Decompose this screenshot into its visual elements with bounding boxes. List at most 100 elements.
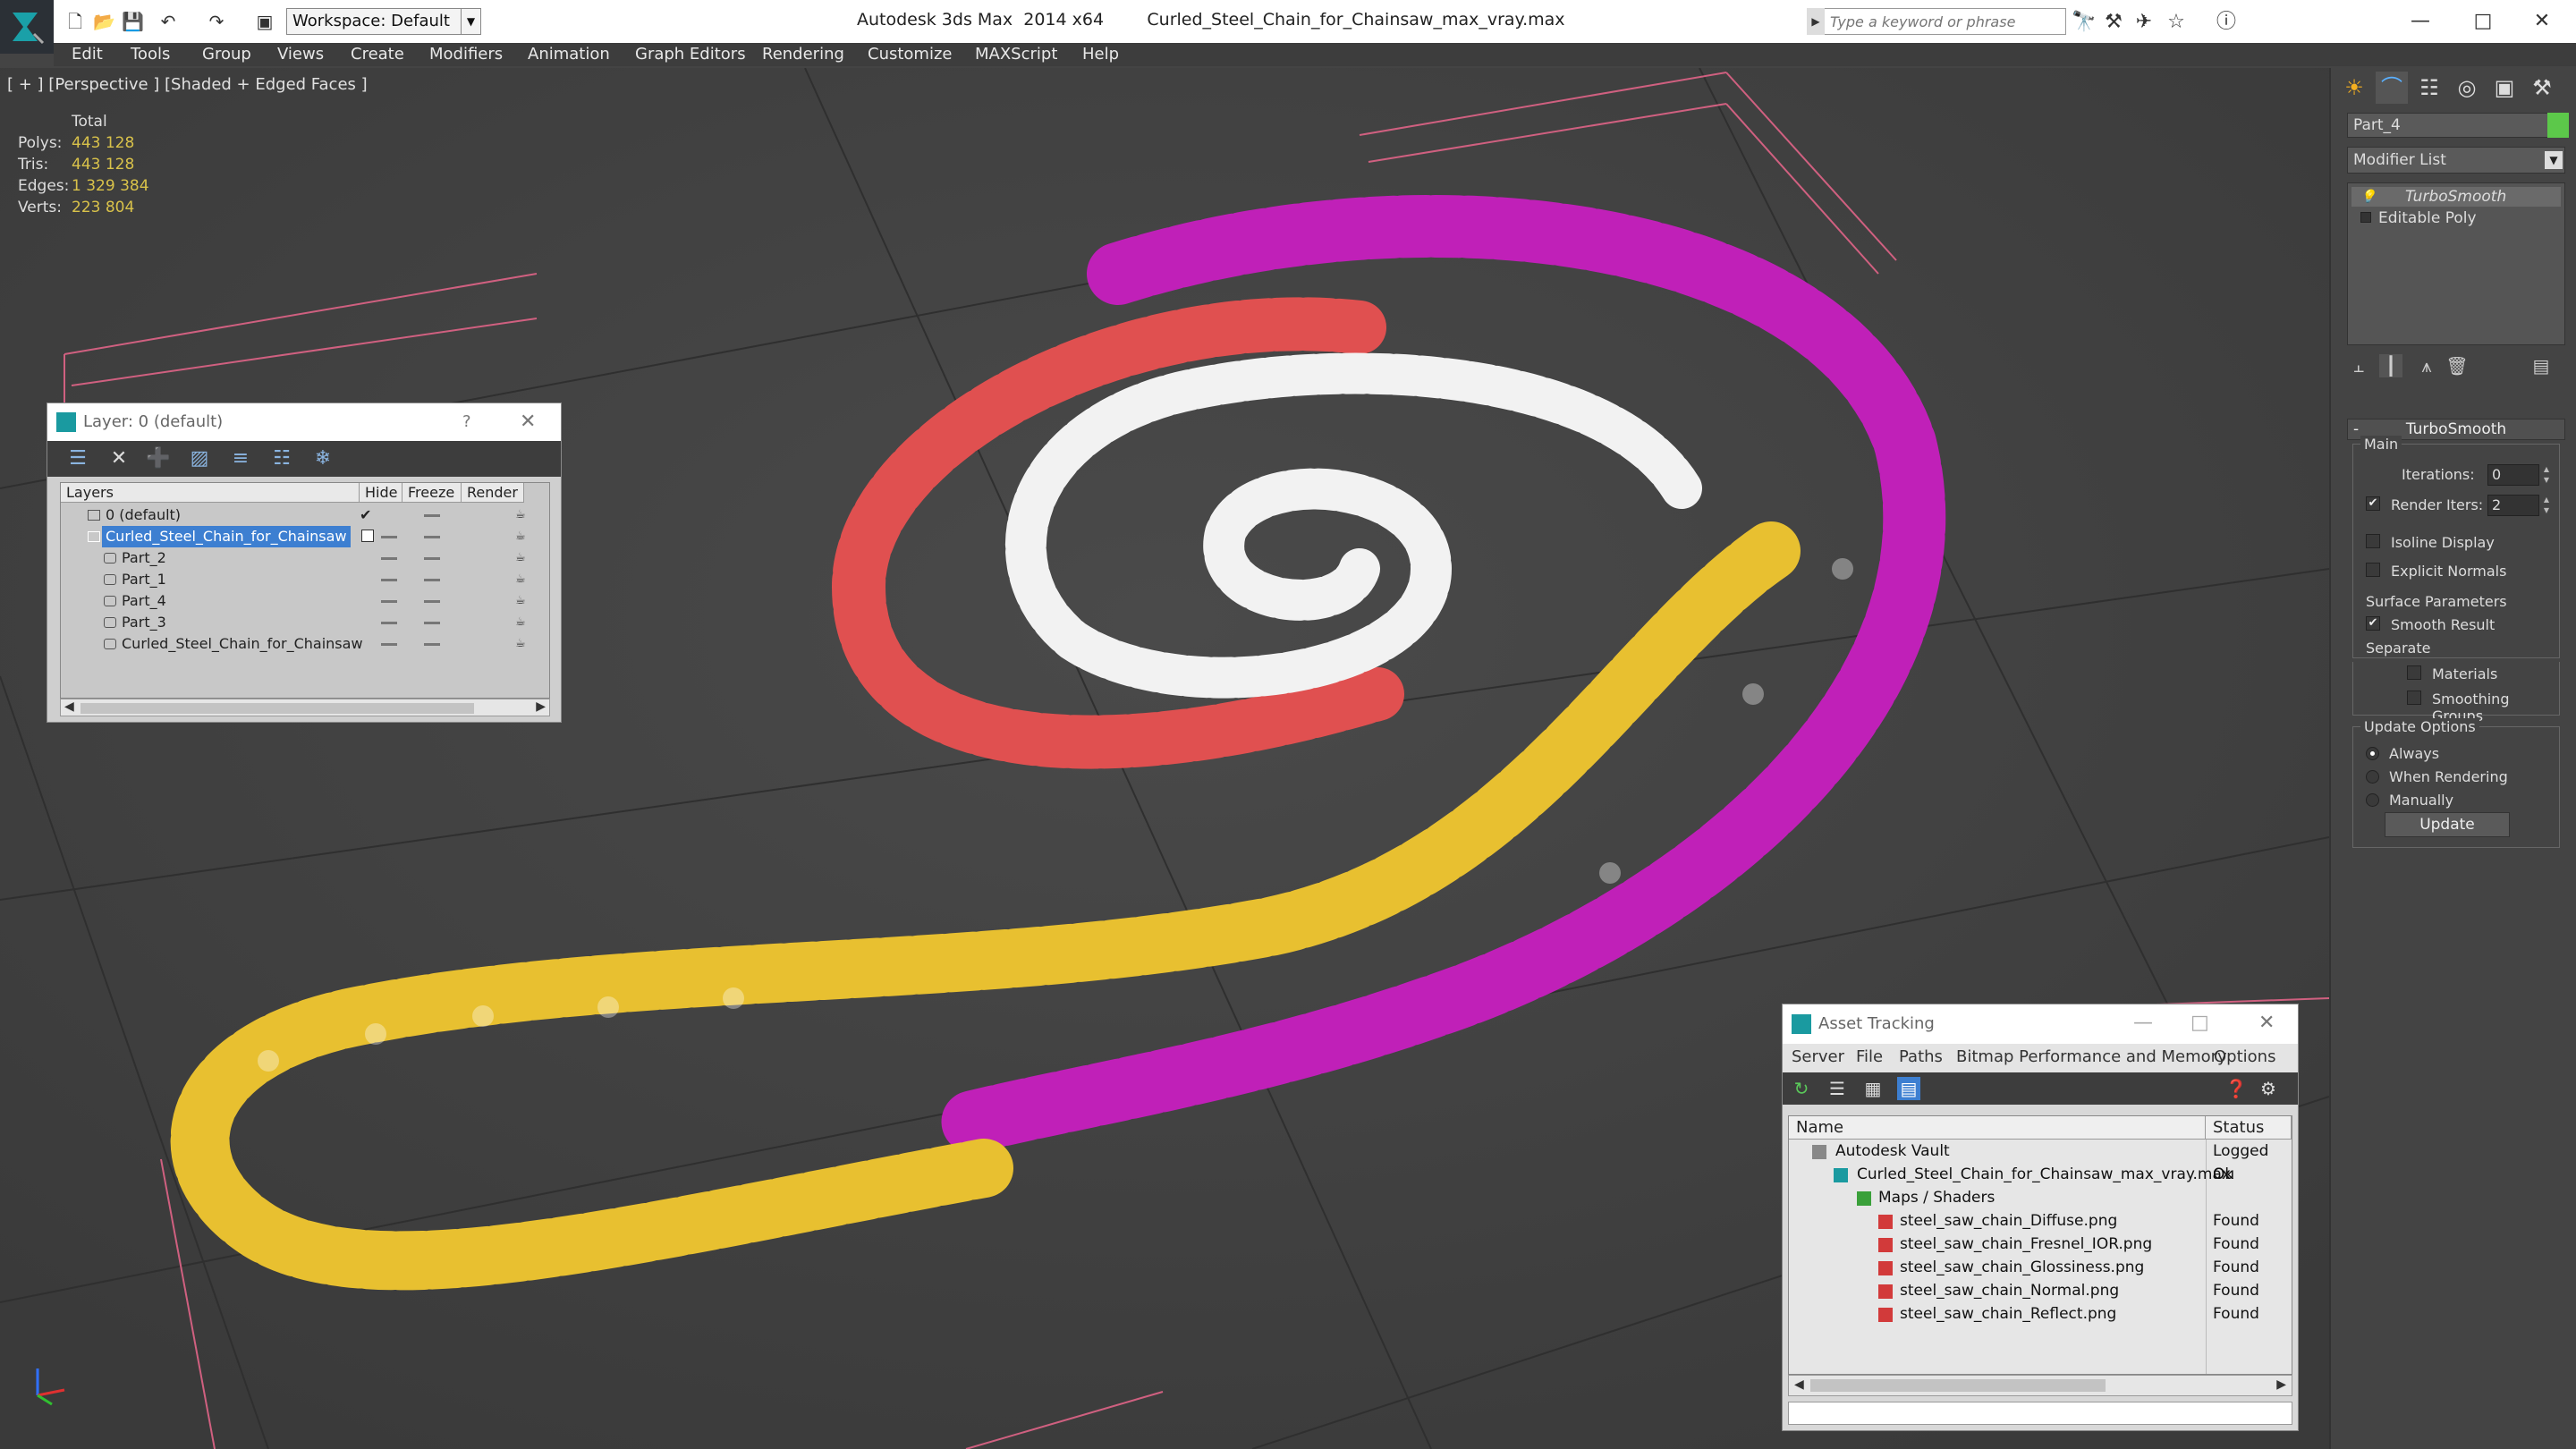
menu-views[interactable]: Views [277,43,324,66]
col-status[interactable]: Status [2206,1116,2292,1140]
menu-maxscript[interactable]: MAXScript [975,43,1057,66]
asset-menu-options[interactable]: Options [2214,1047,2275,1066]
menu-customize[interactable]: Customize [868,43,952,66]
subscription-icon[interactable]: ⚒ [2102,11,2125,34]
explicit-normals-checkbox[interactable] [2366,563,2380,577]
hold-icon[interactable]: ▣ [254,11,275,32]
close-icon[interactable]: ✕ [520,411,536,433]
iterations-spinner[interactable]: 0 [2487,464,2539,486]
configure-sets-icon[interactable]: ▤ [2529,354,2553,377]
col-render[interactable]: Render [462,483,524,503]
asset-row[interactable]: steel_saw_chain_Reflect.png Found [1789,1302,2292,1326]
render-teapot-icon[interactable]: ☕ [515,530,530,543]
undo-icon[interactable]: ↶ [157,11,179,32]
asset-row[interactable]: steel_saw_chain_Normal.png Found [1789,1279,2292,1302]
tab-motion-icon[interactable]: ◎ [2451,72,2483,104]
freeze-toggle-icon[interactable] [424,622,440,624]
col-freeze[interactable]: Freeze [402,483,462,503]
help-icon[interactable]: ❓ [2224,1077,2248,1100]
asset-row[interactable]: Autodesk Vault Logged Ou [1789,1140,2292,1183]
communication-icon[interactable]: ✈ [2132,11,2156,34]
thumbnail-view-icon[interactable]: ▦ [1861,1077,1885,1100]
expand-icon[interactable] [2360,212,2371,223]
object-row[interactable]: Part_4 ☕ [61,590,549,612]
workspace-dropdown[interactable]: Workspace: Default ▼ [286,8,481,35]
table-view-icon[interactable]: ▤ [1897,1077,1920,1100]
hide-all-icon[interactable]: ☷ [269,446,294,471]
binoculars-icon[interactable]: 🔭 [2072,11,2096,34]
object-row[interactable]: Part_1 ☕ [61,569,549,590]
hide-toggle-icon[interactable] [381,622,397,624]
render-teapot-icon[interactable]: ☕ [515,638,530,650]
scroll-right-icon[interactable]: ▶ [2276,1377,2286,1392]
always-radio[interactable] [2366,747,2379,760]
menu-animation[interactable]: Animation [528,43,610,66]
pin-stack-icon[interactable]: ⫠ [2347,354,2370,377]
delete-layer-icon[interactable]: ✕ [106,446,131,471]
scroll-thumb[interactable] [1810,1379,2106,1392]
asset-row[interactable]: steel_saw_chain_Glossiness.png Found [1789,1256,2292,1279]
layer-dialog-titlebar[interactable]: Layer: 0 (default) ? ✕ [47,403,561,441]
spinner-arrows-icon[interactable]: ▲ ▼ [2541,464,2552,486]
col-hide[interactable]: Hide [360,483,402,503]
menu-create[interactable]: Create [351,43,404,66]
layer-horizontal-scrollbar[interactable]: ◀ ▶ [60,699,550,716]
app-logo-icon[interactable] [0,0,54,54]
smoothing-groups-checkbox[interactable] [2407,691,2421,705]
asset-menu-paths[interactable]: Paths [1899,1047,1943,1066]
maximize-icon[interactable]: □ [2190,1012,2209,1034]
hide-toggle-icon[interactable] [381,600,397,603]
object-name-field[interactable]: Part_4 [2347,113,2553,138]
settings-icon[interactable]: ⚙ [2257,1077,2280,1100]
lightbulb-icon[interactable]: 💡 [2360,187,2376,207]
asset-horizontal-scrollbar[interactable]: ◀ ▶ [1788,1375,2292,1396]
menu-tools[interactable]: Tools [131,43,170,66]
update-button[interactable]: Update [2385,812,2510,837]
layer-row[interactable]: 0 (default) ✔ ☕ [61,504,549,526]
object-row[interactable]: Curled_Steel_Chain_for_Chainsaw ☕ [61,633,549,655]
freeze-toggle-icon[interactable] [424,579,440,581]
tab-utilities-icon[interactable]: ⚒ [2526,72,2558,104]
close-icon[interactable]: ✕ [2258,1012,2275,1034]
scroll-left-icon[interactable]: ◀ [1794,1377,1804,1392]
render-iters-spinner[interactable]: 2 [2487,495,2539,516]
asset-row[interactable]: steel_saw_chain_Diffuse.png Found [1789,1209,2292,1233]
search-expand-icon[interactable]: ▶ [1807,8,1825,35]
scroll-thumb[interactable] [80,703,474,714]
redo-icon[interactable]: ↷ [206,11,227,32]
render-teapot-icon[interactable]: ☕ [515,509,530,521]
render-teapot-icon[interactable]: ☕ [515,595,530,607]
create-layer-icon[interactable]: ☰ [65,446,90,471]
refresh-icon[interactable]: ↻ [1790,1077,1813,1100]
new-file-icon[interactable]: 🗋 [64,11,86,32]
smooth-result-checkbox[interactable]: ✔ [2366,616,2380,631]
col-layers[interactable]: Layers [61,483,360,503]
maximize-icon[interactable]: □ [2456,5,2510,38]
freeze-toggle-icon[interactable] [424,557,440,560]
help-icon[interactable]: ? [462,412,471,431]
render-teapot-icon[interactable]: ☕ [515,552,530,564]
scroll-right-icon[interactable]: ▶ [536,699,546,714]
menu-edit[interactable]: Edit [72,43,103,66]
help-icon[interactable]: ⓘ [2215,11,2238,34]
menu-group[interactable]: Group [202,43,251,66]
menu-modifiers[interactable]: Modifiers [429,43,503,66]
manually-radio[interactable] [2366,793,2379,807]
hide-toggle-icon[interactable] [381,579,397,581]
object-row[interactable]: Part_3 ☕ [61,612,549,633]
freeze-toggle-icon[interactable] [424,600,440,603]
freeze-all-icon[interactable]: ❄ [310,446,335,471]
render-teapot-icon[interactable]: ☕ [515,573,530,586]
when-rendering-radio[interactable] [2366,770,2379,784]
add-to-layer-icon[interactable]: ➕ [146,446,171,471]
hide-toggle-icon[interactable] [381,536,397,538]
freeze-toggle-icon[interactable] [424,514,440,517]
save-file-icon[interactable]: 💾 [122,11,144,32]
asset-path-field[interactable] [1788,1402,2292,1425]
minimize-icon[interactable]: — [2133,1012,2153,1034]
col-name[interactable]: Name [1789,1116,2206,1140]
menu-graph-editors[interactable]: Graph Editors [635,43,746,66]
minimize-icon[interactable]: — [2394,5,2447,38]
hide-toggle-icon[interactable] [381,643,397,646]
tab-hierarchy-icon[interactable]: ☷ [2413,72,2445,104]
